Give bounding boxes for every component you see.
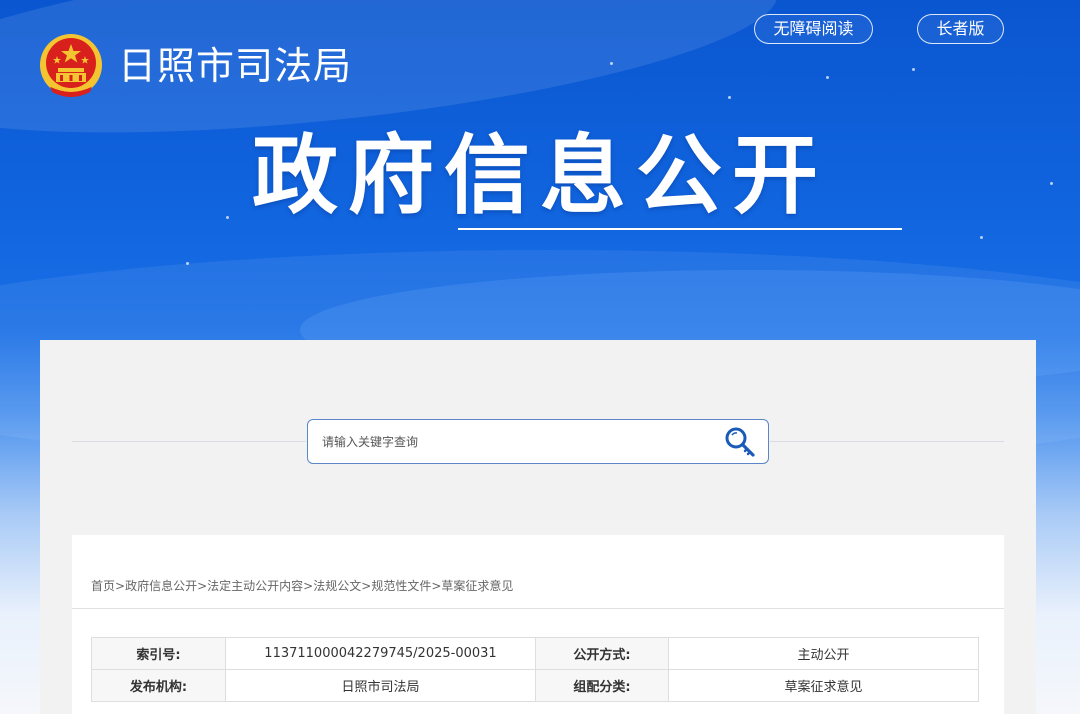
banner-decoration bbox=[980, 236, 983, 239]
breadcrumb-normative-documents[interactable]: 规范性文件 bbox=[371, 579, 431, 593]
breadcrumb-separator: > bbox=[361, 579, 372, 593]
banner-decoration bbox=[1050, 182, 1053, 185]
elder-version-button[interactable]: 长者版 bbox=[917, 14, 1004, 44]
breadcrumb-separator: > bbox=[303, 579, 314, 593]
search-input[interactable] bbox=[320, 426, 714, 458]
breadcrumb-home[interactable]: 首页 bbox=[91, 579, 115, 593]
banner-decoration bbox=[912, 68, 915, 71]
site-title: 日照市司法局 bbox=[118, 44, 353, 88]
disclosure-method-label: 公开方式: bbox=[535, 637, 669, 670]
index-number-label: 索引号: bbox=[91, 637, 226, 670]
breadcrumb-separator: > bbox=[115, 579, 126, 593]
search-divider-right bbox=[770, 441, 1004, 442]
category-label: 组配分类: bbox=[535, 669, 669, 702]
search-box bbox=[307, 419, 769, 464]
banner-title-underline bbox=[458, 228, 902, 230]
breadcrumb-divider bbox=[72, 608, 1004, 609]
breadcrumb-regulations[interactable]: 法规公文 bbox=[313, 579, 361, 593]
search-divider-left bbox=[72, 441, 306, 442]
accessibility-reading-button[interactable]: 无障碍阅读 bbox=[754, 14, 873, 44]
breadcrumb: 首页>政府信息公开>法定主动公开内容>法规公文>规范性文件>草案征求意见 bbox=[91, 577, 513, 594]
banner-decoration bbox=[186, 262, 189, 265]
breadcrumb-statutory-content[interactable]: 法定主动公开内容 bbox=[207, 579, 303, 593]
breadcrumb-separator: > bbox=[431, 579, 442, 593]
banner-title: 政府信息公开 bbox=[252, 126, 828, 226]
table-row: 索引号: 113711000042279745/2025-00031 公开方式:… bbox=[91, 637, 979, 670]
national-emblem-icon bbox=[38, 32, 104, 98]
banner-decoration bbox=[826, 76, 829, 79]
publisher-label: 发布机构: bbox=[91, 669, 226, 702]
publisher-value: 日照市司法局 bbox=[225, 669, 536, 702]
breadcrumb-draft-comments[interactable]: 草案征求意见 bbox=[441, 579, 513, 593]
banner-decoration bbox=[226, 216, 229, 219]
search-icon[interactable] bbox=[723, 426, 757, 458]
document-metadata-table: 索引号: 113711000042279745/2025-00031 公开方式:… bbox=[91, 637, 979, 702]
banner-decoration bbox=[610, 62, 613, 65]
index-number-value: 113711000042279745/2025-00031 bbox=[225, 637, 536, 670]
breadcrumb-separator: > bbox=[197, 579, 208, 593]
banner-decoration bbox=[728, 96, 731, 99]
disclosure-method-value: 主动公开 bbox=[668, 637, 979, 670]
table-row: 发布机构: 日照市司法局 组配分类: 草案征求意见 bbox=[91, 669, 979, 702]
category-value: 草案征求意见 bbox=[668, 669, 979, 702]
breadcrumb-gov-info[interactable]: 政府信息公开 bbox=[125, 579, 197, 593]
